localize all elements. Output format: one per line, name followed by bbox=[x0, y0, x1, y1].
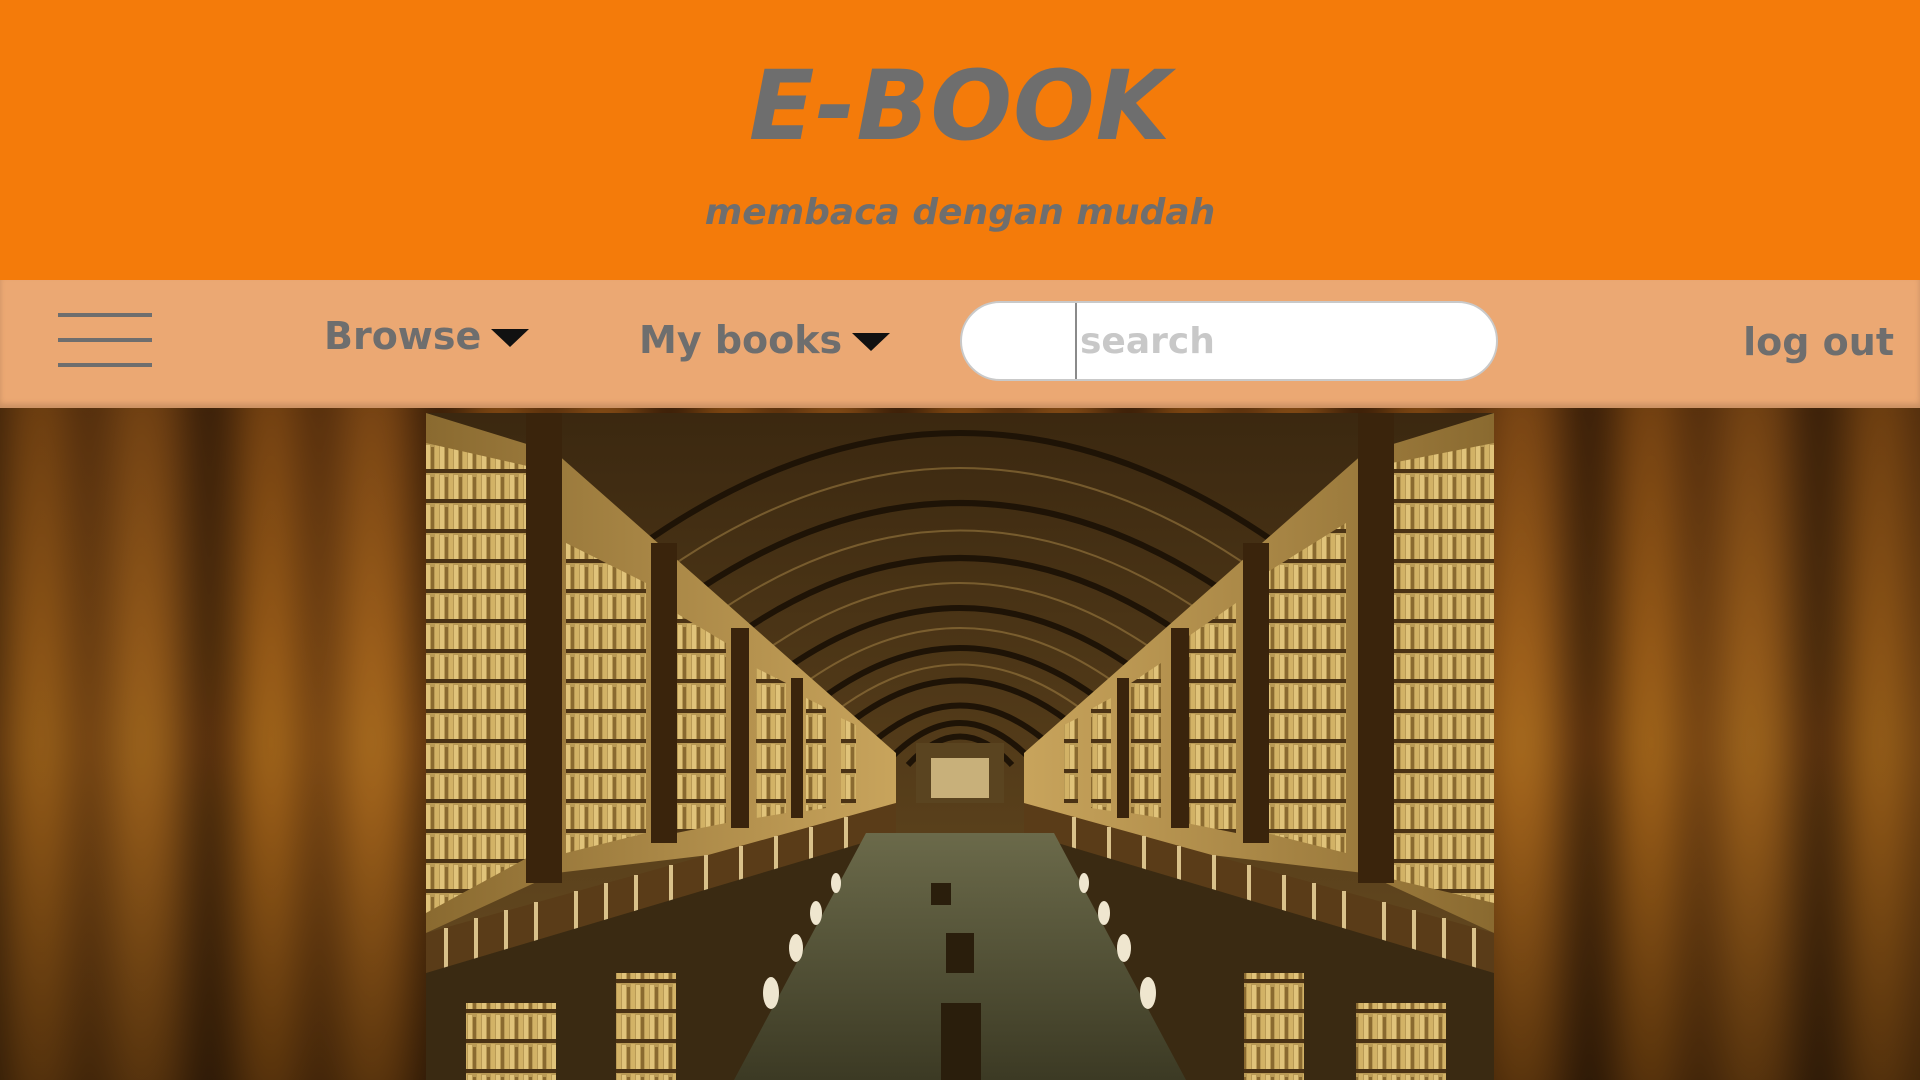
site-tagline: membaca dengan mudah bbox=[704, 192, 1216, 233]
caret-down-icon bbox=[491, 329, 530, 347]
hamburger-menu-icon[interactable] bbox=[58, 313, 152, 367]
search-box bbox=[960, 301, 1498, 381]
navigation-bar: Browse My books log out bbox=[0, 280, 1920, 408]
browse-label: Browse bbox=[324, 314, 482, 358]
my-books-label: My books bbox=[639, 318, 843, 362]
my-books-dropdown[interactable]: My books bbox=[639, 318, 891, 362]
search-input[interactable] bbox=[1080, 303, 1480, 379]
site-header: E-BOOK membaca dengan mudah bbox=[0, 0, 1920, 280]
site-title: E-BOOK bbox=[748, 50, 1172, 162]
search-divider bbox=[1075, 303, 1077, 379]
library-hall-photo bbox=[426, 413, 1494, 1080]
logout-link[interactable]: log out bbox=[1743, 320, 1894, 364]
browse-dropdown[interactable]: Browse bbox=[324, 314, 530, 358]
caret-down-icon bbox=[852, 333, 891, 351]
